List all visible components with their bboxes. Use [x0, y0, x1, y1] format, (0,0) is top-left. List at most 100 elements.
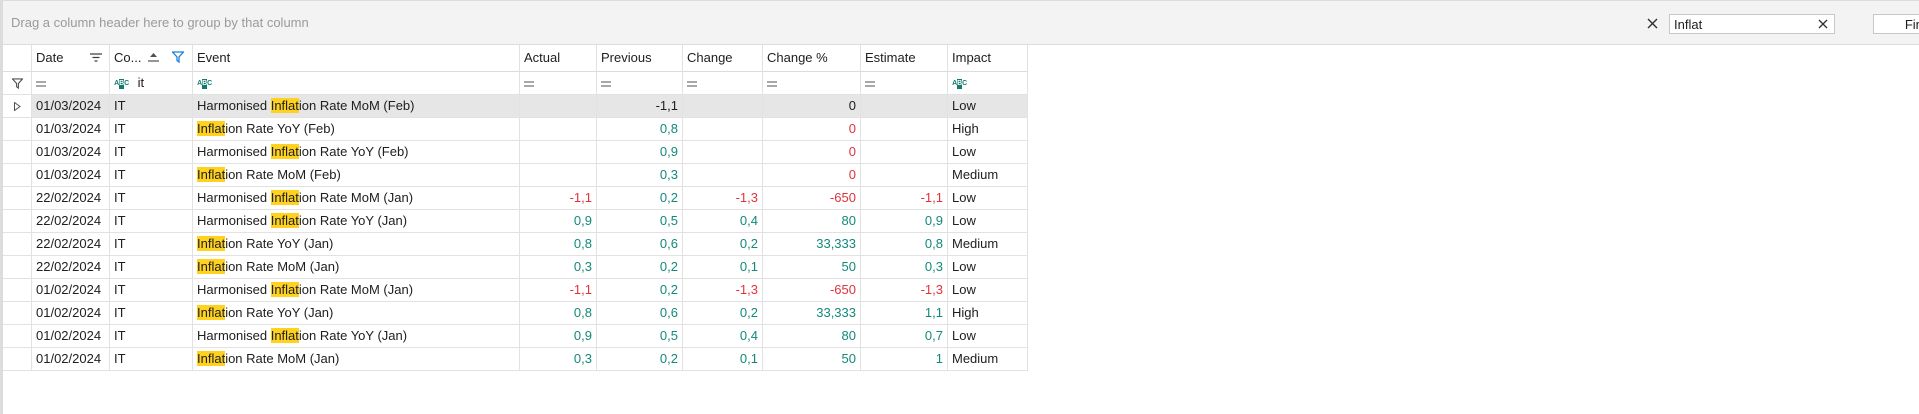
find-button[interactable]: Find [1873, 14, 1919, 34]
cell-actual[interactable] [520, 95, 597, 118]
cell-estimate[interactable] [861, 164, 948, 187]
cell-date[interactable]: 01/03/2024 [32, 95, 110, 118]
cell-change-pct[interactable]: 80 [763, 210, 861, 233]
equals-operator-icon[interactable] [767, 81, 777, 87]
cell-country[interactable]: IT [110, 325, 193, 348]
column-header-previous[interactable]: Previous [597, 45, 683, 72]
column-header-impact[interactable]: Impact [948, 45, 1028, 72]
cell-event[interactable]: Inflation Rate YoY (Feb) [193, 118, 520, 141]
cell-actual[interactable]: -1,1 [520, 187, 597, 210]
cell-change[interactable]: 0,4 [683, 325, 763, 348]
cell-change-pct[interactable]: -650 [763, 187, 861, 210]
cell-change[interactable]: 0,2 [683, 233, 763, 256]
cell-impact[interactable]: Low [948, 210, 1028, 233]
cell-country[interactable]: IT [110, 233, 193, 256]
cell-estimate[interactable] [861, 141, 948, 164]
cell-country[interactable]: IT [110, 302, 193, 325]
cell-date[interactable]: 01/02/2024 [32, 325, 110, 348]
cell-previous[interactable]: 0,6 [597, 302, 683, 325]
cell-estimate[interactable]: 1,1 [861, 302, 948, 325]
cell-impact[interactable]: Low [948, 95, 1028, 118]
cell-event[interactable]: Inflation Rate MoM (Jan) [193, 348, 520, 371]
cell-actual[interactable]: 0,8 [520, 233, 597, 256]
filter-lines-icon[interactable] [90, 53, 102, 62]
cell-change-pct[interactable]: 50 [763, 256, 861, 279]
cell-impact[interactable]: Low [948, 256, 1028, 279]
cell-event[interactable]: Harmonised Inflation Rate YoY (Jan) [193, 325, 520, 348]
cell-event[interactable]: Harmonised Inflation Rate MoM (Jan) [193, 187, 520, 210]
equals-operator-icon[interactable] [524, 81, 534, 87]
cell-change-pct[interactable]: 0 [763, 164, 861, 187]
column-header-change[interactable]: Change [683, 45, 763, 72]
cell-country[interactable]: IT [110, 118, 193, 141]
text-filter-abc-icon[interactable]: ABC [197, 78, 212, 89]
row-indicator[interactable] [3, 348, 32, 371]
cell-impact[interactable]: Low [948, 325, 1028, 348]
table-row[interactable]: 22/02/2024 IT Inflation Rate MoM (Jan) 0,3 0… [3, 256, 1028, 279]
cell-date[interactable]: 01/02/2024 [32, 302, 110, 325]
cell-event[interactable]: Inflation Rate YoY (Jan) [193, 233, 520, 256]
cell-actual[interactable]: -1,1 [520, 279, 597, 302]
cell-change[interactable]: 0,2 [683, 302, 763, 325]
filter-cell-change[interactable] [683, 72, 763, 95]
cell-estimate[interactable]: 0,7 [861, 325, 948, 348]
cell-date[interactable]: 01/03/2024 [32, 141, 110, 164]
cell-actual[interactable]: 0,8 [520, 302, 597, 325]
filter-cell-actual[interactable] [520, 72, 597, 95]
cell-date[interactable]: 22/02/2024 [32, 210, 110, 233]
filter-cell-change-pct[interactable] [763, 72, 861, 95]
cell-impact[interactable]: Low [948, 187, 1028, 210]
cell-impact[interactable]: Medium [948, 164, 1028, 187]
cell-change-pct[interactable]: 0 [763, 118, 861, 141]
cell-country[interactable]: IT [110, 141, 193, 164]
column-header-change-pct[interactable]: Change % [763, 45, 861, 72]
cell-change-pct[interactable]: 0 [763, 141, 861, 164]
cell-previous[interactable]: 0,6 [597, 233, 683, 256]
cell-event[interactable]: Inflation Rate MoM (Feb) [193, 164, 520, 187]
cell-actual[interactable]: 0,9 [520, 210, 597, 233]
cell-change[interactable]: 0,1 [683, 256, 763, 279]
cell-change[interactable] [683, 95, 763, 118]
cell-impact[interactable]: Medium [948, 348, 1028, 371]
column-header-estimate[interactable]: Estimate [861, 45, 948, 72]
sort-ascending-icon[interactable] [148, 53, 159, 62]
cell-country[interactable]: IT [110, 164, 193, 187]
cell-previous[interactable]: 0,5 [597, 210, 683, 233]
cell-date[interactable]: 01/02/2024 [32, 348, 110, 371]
cell-date[interactable]: 01/03/2024 [32, 118, 110, 141]
column-header-date[interactable]: Date [32, 45, 110, 72]
cell-impact[interactable]: Low [948, 279, 1028, 302]
text-filter-abc-icon[interactable]: ABC [952, 78, 967, 89]
cell-change-pct[interactable]: 33,333 [763, 302, 861, 325]
cell-event[interactable]: Harmonised Inflation Rate YoY (Jan) [193, 210, 520, 233]
cell-actual[interactable] [520, 118, 597, 141]
cell-estimate[interactable] [861, 118, 948, 141]
cell-change-pct[interactable]: 0 [763, 95, 861, 118]
cell-impact[interactable]: High [948, 302, 1028, 325]
cell-impact[interactable]: High [948, 118, 1028, 141]
cell-estimate[interactable]: 0,8 [861, 233, 948, 256]
table-row[interactable]: 01/02/2024 IT Inflation Rate MoM (Jan) 0,3 0… [3, 348, 1028, 371]
cell-event[interactable]: Harmonised Inflation Rate YoY (Feb) [193, 141, 520, 164]
column-header-country[interactable]: Co... [110, 45, 193, 72]
cell-previous[interactable]: 0,5 [597, 325, 683, 348]
cell-estimate[interactable]: -1,1 [861, 187, 948, 210]
filter-cell-estimate[interactable] [861, 72, 948, 95]
cell-date[interactable]: 22/02/2024 [32, 187, 110, 210]
cell-actual[interactable] [520, 141, 597, 164]
close-find-panel-icon[interactable] [1641, 12, 1663, 34]
cell-change[interactable] [683, 118, 763, 141]
column-header-event[interactable]: Event [193, 45, 520, 72]
cell-impact[interactable]: Medium [948, 233, 1028, 256]
row-indicator[interactable] [3, 233, 32, 256]
table-row[interactable]: 01/03/2024 IT Inflation Rate YoY (Feb) 0,8 0… [3, 118, 1028, 141]
cell-change-pct[interactable]: 33,333 [763, 233, 861, 256]
cell-change-pct[interactable]: 50 [763, 348, 861, 371]
cell-estimate[interactable]: -1,3 [861, 279, 948, 302]
group-panel[interactable]: Drag a column header here to group by th… [3, 0, 1919, 45]
cell-actual[interactable] [520, 164, 597, 187]
filter-cell-impact[interactable]: ABC [948, 72, 1028, 95]
filter-cell-country[interactable]: ABC it [110, 72, 193, 95]
cell-change[interactable]: -1,3 [683, 187, 763, 210]
column-header-actual[interactable]: Actual [520, 45, 597, 72]
